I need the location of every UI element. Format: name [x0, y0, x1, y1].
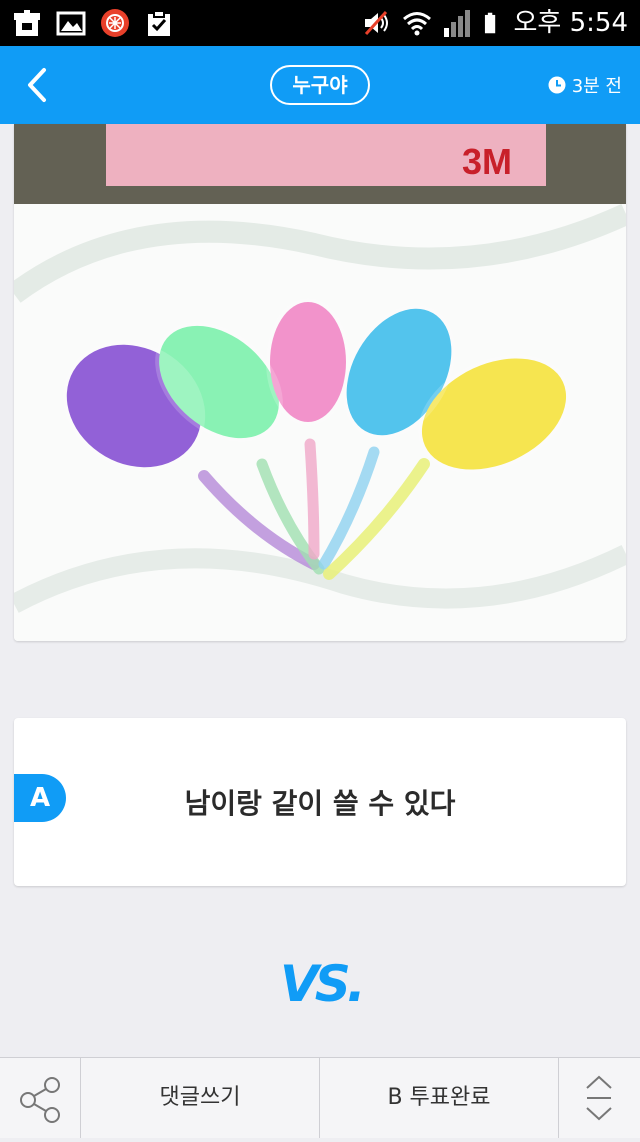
- brand-logo: 3M: [462, 141, 512, 182]
- store-icon: [14, 10, 40, 36]
- author-name-pill[interactable]: 누구야: [270, 65, 370, 105]
- app-bar: 누구야 3분 전: [0, 46, 640, 124]
- wifi-icon: [402, 12, 431, 36]
- share-button[interactable]: [0, 1058, 80, 1138]
- gallery-icon: [56, 11, 86, 36]
- post-image: 3M: [14, 124, 626, 641]
- post-image-card[interactable]: 3M: [14, 124, 626, 641]
- time-ago-label: 3분 전: [571, 76, 622, 97]
- write-comment-button[interactable]: 댓글쓰기: [81, 1058, 319, 1138]
- mute-icon: [364, 10, 388, 36]
- share-icon: [20, 1077, 60, 1123]
- bottom-bar: 댓글쓰기 B 투표완료: [0, 1057, 640, 1138]
- status-bar: 오후 5:54: [0, 0, 640, 46]
- vote-b-button[interactable]: B 투표완료: [320, 1058, 558, 1138]
- option-a-card[interactable]: A 남이랑 같이 쓸 수 있다: [14, 718, 626, 886]
- status-icons-right: 오후 5:54: [362, 6, 629, 40]
- clock-icon: [548, 76, 566, 94]
- option-a-text: 남이랑 같이 쓸 수 있다: [184, 787, 456, 820]
- status-icons-left: [12, 8, 174, 38]
- signal-icon: [443, 10, 470, 37]
- vs-dot: .: [346, 955, 366, 1013]
- app-icon: [101, 9, 129, 37]
- battery-icon: [484, 12, 495, 34]
- vs-text: VS: [280, 955, 351, 1013]
- back-arrow-icon[interactable]: [18, 64, 58, 106]
- post-time: 3분 전: [548, 72, 622, 98]
- vs-label: VS.: [280, 955, 370, 1015]
- clipboard-icon: [148, 10, 170, 36]
- clock: 오후 5:54: [513, 8, 629, 38]
- up-down-arrows-icon: [586, 1075, 612, 1121]
- expand-toggle-button[interactable]: [559, 1058, 640, 1138]
